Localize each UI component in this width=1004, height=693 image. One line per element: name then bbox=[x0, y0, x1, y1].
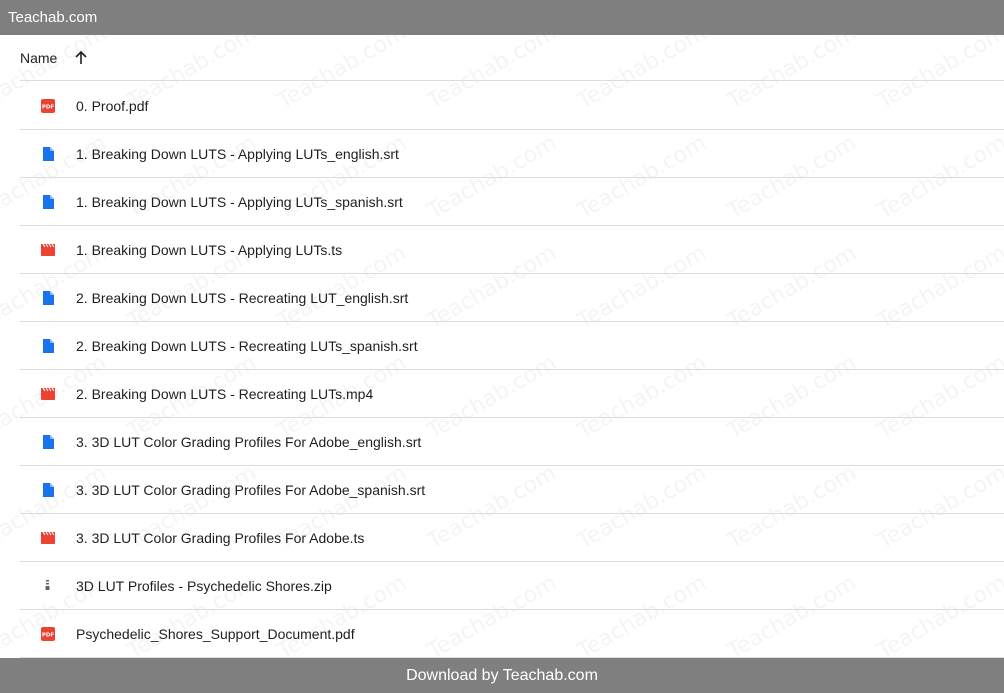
file-name: 1. Breaking Down LUTS - Applying LUTs_sp… bbox=[76, 193, 403, 210]
file-name: 2. Breaking Down LUTS - Recreating LUTs.… bbox=[76, 385, 374, 402]
file-name: 2. Breaking Down LUTS - Recreating LUT_e… bbox=[76, 289, 409, 306]
svg-text:PDF: PDF bbox=[42, 632, 55, 638]
file-name: 3. 3D LUT Color Grading Profiles For Ado… bbox=[76, 529, 365, 546]
file-row[interactable]: 1. Breaking Down LUTS - Applying LUTs.ts bbox=[20, 226, 1004, 274]
top-banner: Teachab.com bbox=[0, 0, 1004, 35]
file-name: 3. 3D LUT Color Grading Profiles For Ado… bbox=[76, 481, 426, 498]
file-row[interactable]: 3. 3D LUT Color Grading Profiles For Ado… bbox=[20, 466, 1004, 514]
file-name: 0. Proof.pdf bbox=[76, 97, 149, 114]
document-icon bbox=[40, 194, 56, 210]
document-icon bbox=[40, 290, 56, 306]
file-name: 3. 3D LUT Color Grading Profiles For Ado… bbox=[76, 433, 422, 450]
zip-icon bbox=[40, 578, 56, 594]
site-title: Teachab.com bbox=[8, 9, 98, 26]
file-row[interactable]: 2. Breaking Down LUTS - Recreating LUT_e… bbox=[20, 274, 1004, 322]
file-row[interactable]: PDF 0. Proof.pdf bbox=[20, 82, 1004, 130]
name-column-header[interactable]: Name bbox=[20, 50, 57, 66]
pdf-icon: PDF bbox=[40, 626, 56, 642]
file-row[interactable]: 3. 3D LUT Color Grading Profiles For Ado… bbox=[20, 514, 1004, 562]
video-icon bbox=[40, 386, 56, 402]
bottom-banner: Download by Teachab.com bbox=[0, 658, 1004, 693]
arrow-up-icon[interactable] bbox=[73, 50, 89, 66]
document-icon bbox=[40, 146, 56, 162]
file-row[interactable]: 3. 3D LUT Color Grading Profiles For Ado… bbox=[20, 418, 1004, 466]
file-row[interactable]: PDF Psychedelic_Shores_Support_Document.p… bbox=[20, 610, 1004, 658]
file-row[interactable]: 1. Breaking Down LUTS - Applying LUTs_en… bbox=[20, 130, 1004, 178]
file-name: 2. Breaking Down LUTS - Recreating LUTs_… bbox=[76, 337, 418, 354]
file-row[interactable]: 2. Breaking Down LUTS - Recreating LUTs.… bbox=[20, 370, 1004, 418]
video-icon bbox=[40, 242, 56, 258]
svg-text:PDF: PDF bbox=[42, 104, 55, 110]
list-header: Name bbox=[20, 35, 1004, 81]
file-name: 1. Breaking Down LUTS - Applying LUTs_en… bbox=[76, 145, 399, 162]
download-credit: Download by Teachab.com bbox=[406, 667, 598, 684]
file-row[interactable]: 3D LUT Profiles - Psychedelic Shores.zip bbox=[20, 562, 1004, 610]
file-name: Psychedelic_Shores_Support_Document.pdf bbox=[76, 625, 355, 642]
document-icon bbox=[40, 482, 56, 498]
document-icon bbox=[40, 338, 56, 354]
file-name: 1. Breaking Down LUTS - Applying LUTs.ts bbox=[76, 241, 343, 258]
document-icon bbox=[40, 434, 56, 450]
file-list: PDF 0. Proof.pdf 1. Breaking Down LUTS - A… bbox=[20, 82, 1004, 658]
file-name: 3D LUT Profiles - Psychedelic Shores.zip bbox=[76, 577, 332, 594]
file-row[interactable]: 1. Breaking Down LUTS - Applying LUTs_sp… bbox=[20, 178, 1004, 226]
video-icon bbox=[40, 530, 56, 546]
file-row[interactable]: 2. Breaking Down LUTS - Recreating LUTs_… bbox=[20, 322, 1004, 370]
pdf-icon: PDF bbox=[40, 98, 56, 114]
